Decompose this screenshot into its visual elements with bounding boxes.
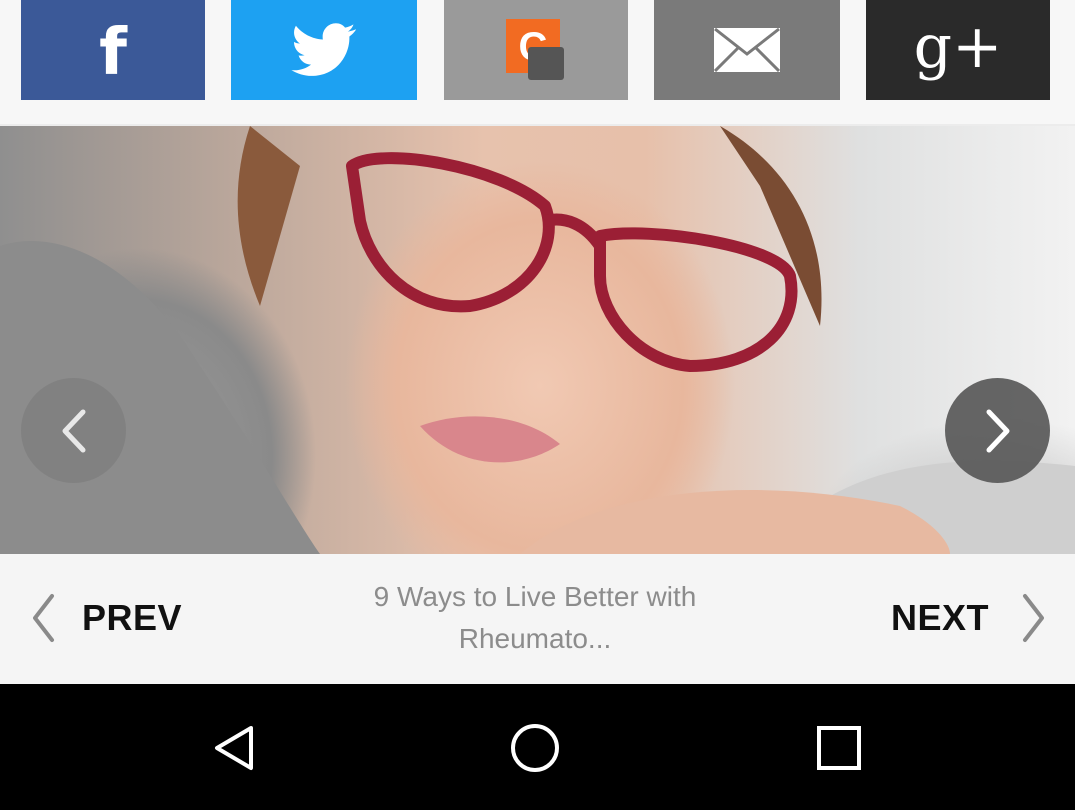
next-label: NEXT xyxy=(890,597,989,638)
prev-label: PREV xyxy=(82,597,183,638)
clipboard-c-icon: C xyxy=(506,19,564,80)
home-circle-icon xyxy=(511,724,559,772)
chevron-right-icon xyxy=(986,409,1009,452)
next-article-button[interactable]: NEXT xyxy=(891,586,1047,650)
google-plus-share-button[interactable]: g+ xyxy=(866,0,1050,100)
chevron-left-icon xyxy=(62,409,85,452)
envelope-icon xyxy=(714,28,780,72)
next-article-title: 9 Ways to Live Better with Rheumato... xyxy=(373,581,697,654)
clipboard-share-button[interactable]: C xyxy=(444,0,628,100)
article-hero-image xyxy=(0,126,1075,554)
hero-next-button[interactable] xyxy=(945,378,1050,483)
email-share-button[interactable] xyxy=(654,0,840,100)
article-pager: PREV 9 Ways to Live Better with Rheumato… xyxy=(0,554,1075,684)
system-recents-button[interactable] xyxy=(811,720,867,776)
system-back-button[interactable] xyxy=(206,720,262,776)
prev-article-button[interactable]: PREV xyxy=(30,586,182,650)
system-home-button[interactable] xyxy=(507,720,563,776)
share-bar: f C g+ xyxy=(0,0,1075,126)
facebook-icon: f xyxy=(99,16,127,90)
woman-portrait-illustration xyxy=(0,126,1075,554)
facebook-share-button[interactable]: f xyxy=(21,0,205,100)
twitter-share-button[interactable] xyxy=(231,0,417,100)
chevron-right-icon xyxy=(1023,594,1044,642)
twitter-bird-icon xyxy=(291,23,357,76)
google-plus-icon: g+ xyxy=(913,12,1003,82)
system-navigation-bar xyxy=(0,684,1075,810)
back-triangle-icon xyxy=(215,726,253,770)
recents-square-icon xyxy=(817,726,861,770)
chevron-left-icon xyxy=(33,594,54,642)
hero-prev-button[interactable] xyxy=(21,378,126,483)
